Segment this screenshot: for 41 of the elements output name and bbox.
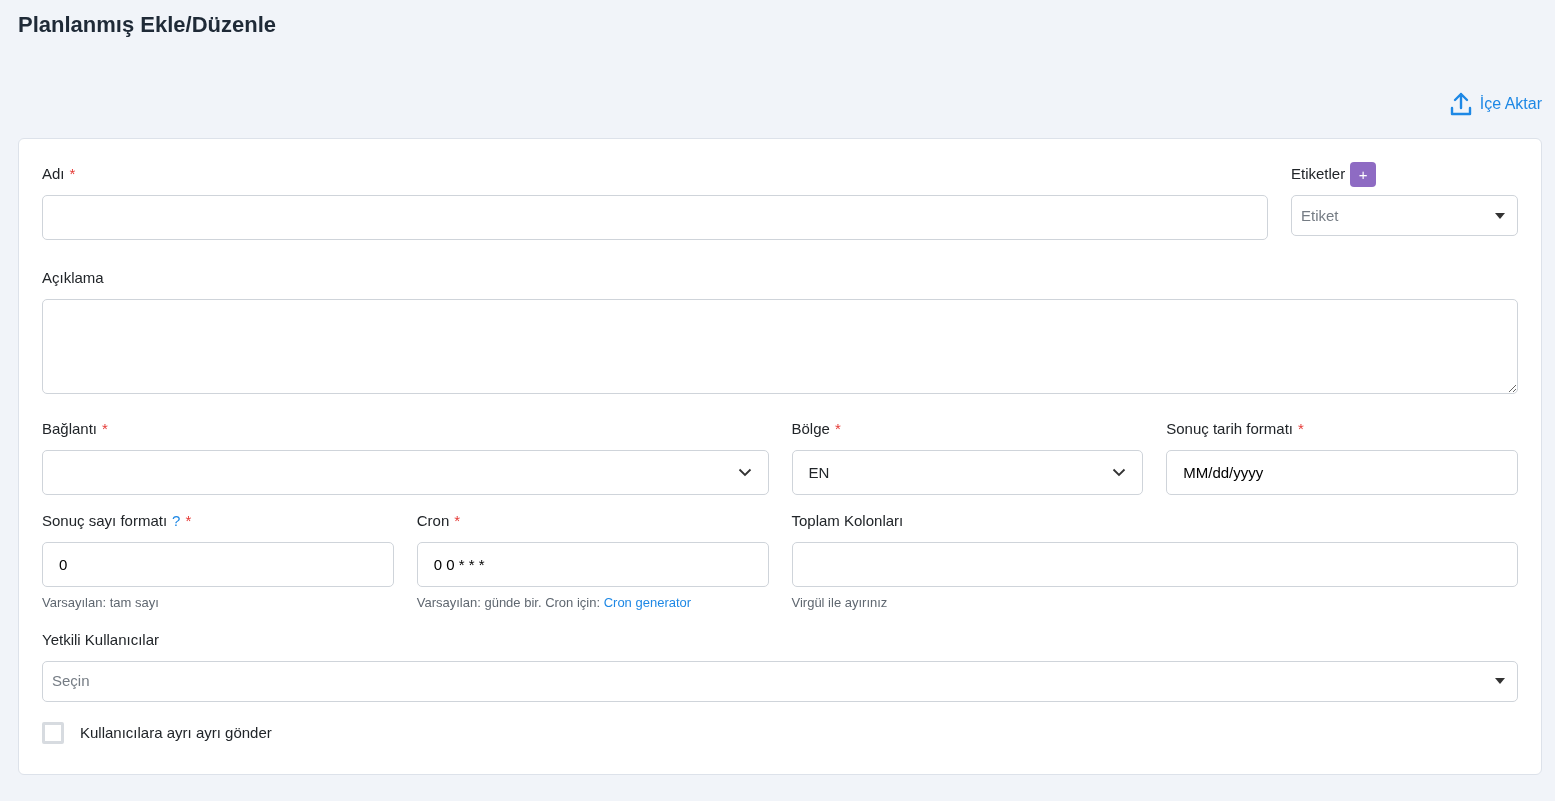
select-field[interactable]: EN bbox=[791, 450, 1144, 496]
field-label: Cron bbox=[416, 511, 450, 532]
checkbox[interactable] bbox=[42, 722, 64, 745]
field-label: Toplam Kolonları bbox=[791, 511, 904, 532]
hint-text: Virgül ile ayırınız bbox=[791, 594, 889, 613]
required-mark: * bbox=[102, 419, 108, 440]
required-mark: * bbox=[454, 511, 461, 532]
tag-select-field[interactable]: Etiket bbox=[1291, 195, 1518, 237]
upload-icon bbox=[1449, 92, 1472, 117]
hint-text: Varsayılan: tam sayı bbox=[42, 594, 160, 613]
cron-generator-link[interactable]: Cron generator bbox=[603, 595, 692, 611]
chevron-icon bbox=[1112, 468, 1127, 478]
user-select-field[interactable]: Seçin bbox=[42, 660, 1518, 702]
field-label: Yetkili Kullanıcılar bbox=[42, 629, 159, 650]
field-label: Sonuç tarih formatı bbox=[1166, 419, 1293, 440]
import-link[interactable]: İçe Aktar bbox=[1449, 92, 1542, 117]
text-field[interactable]: MM/dd/yyyy bbox=[1166, 450, 1518, 496]
help-icon[interactable]: ? bbox=[172, 510, 181, 533]
caret-icon bbox=[1495, 212, 1505, 219]
field-label: Adı bbox=[42, 164, 65, 185]
page-title: Planlanmış Ekle/Düzenle bbox=[18, 12, 277, 39]
required-mark: * bbox=[1298, 419, 1304, 440]
required-mark: * bbox=[185, 511, 192, 532]
caret-icon bbox=[1495, 678, 1505, 685]
textarea-field[interactable] bbox=[42, 299, 1518, 395]
text-field[interactable]: 0 0 * * * bbox=[416, 542, 769, 588]
add-tag-button[interactable]: + bbox=[1350, 161, 1377, 187]
field-label: Bölge bbox=[791, 419, 830, 440]
text-field[interactable]: 0 bbox=[42, 542, 394, 588]
field-label: Etiketler bbox=[1291, 164, 1346, 185]
field-label: Açıklama bbox=[42, 268, 104, 289]
hint-text: Varsayılan: günde bir. Cron için: Cron generator bbox=[416, 594, 693, 613]
text-field[interactable] bbox=[791, 542, 1518, 588]
required-mark: * bbox=[69, 164, 76, 185]
required-mark: * bbox=[834, 419, 841, 440]
select-field[interactable] bbox=[42, 450, 769, 496]
field-label: Sonuç sayı formatı bbox=[42, 511, 168, 532]
chevron-icon bbox=[737, 468, 752, 478]
checkbox-label: Kullanıcılara ayrı ayrı gönder bbox=[80, 722, 272, 743]
field-label: Bağlantı bbox=[42, 419, 98, 440]
text-field[interactable] bbox=[42, 195, 1268, 241]
